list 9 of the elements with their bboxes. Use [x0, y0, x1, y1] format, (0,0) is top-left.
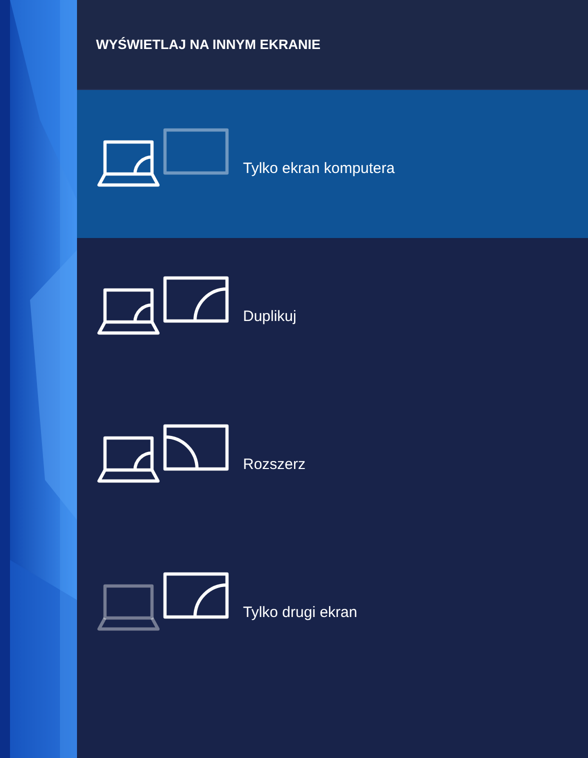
- display-mode-icon: [97, 275, 231, 337]
- display-mode-icon: [97, 423, 231, 485]
- display-option[interactable]: Rozszerz: [77, 386, 588, 534]
- display-mode-icon: [97, 127, 231, 189]
- panel-title: WYŚWIETLAJ NA INNYM EKRANIE: [96, 37, 321, 52]
- display-option[interactable]: Tylko ekran komputera: [77, 90, 588, 238]
- display-option[interactable]: Duplikuj: [77, 238, 588, 386]
- display-option[interactable]: Tylko drugi ekran: [77, 534, 588, 682]
- display-mode-icon: [97, 571, 231, 633]
